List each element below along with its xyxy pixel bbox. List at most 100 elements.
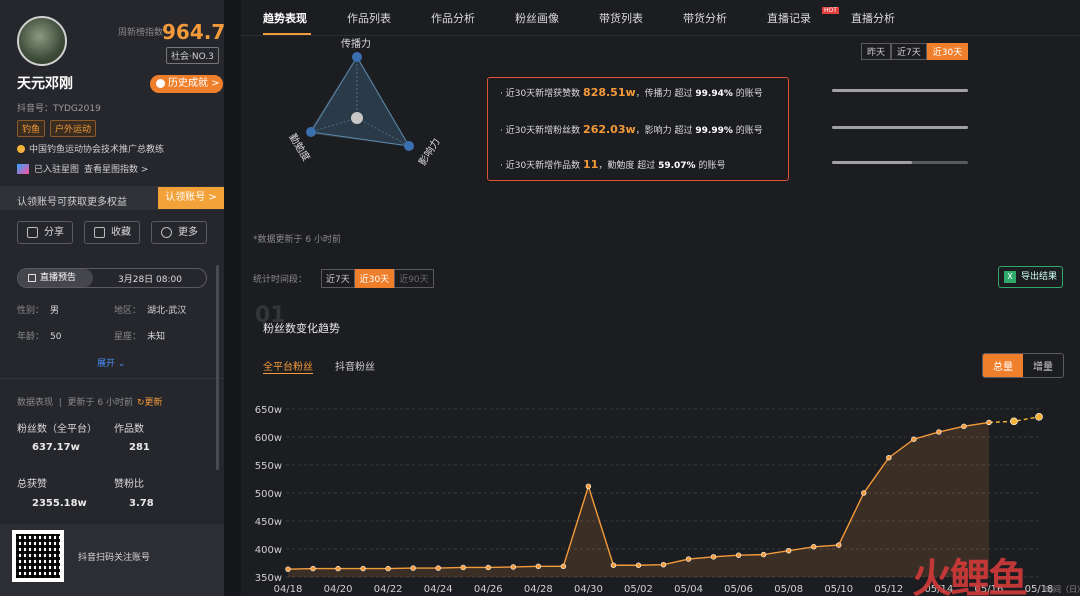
certification-text: 中国钓鱼运动协会技术推广总教练 [29, 145, 165, 155]
live-preview-tag: 直播预告 [18, 269, 93, 287]
more-label: 更多 [178, 227, 198, 238]
data-point [535, 563, 542, 570]
more-button[interactable]: 更多 [151, 221, 207, 244]
x-tick-label: 05/06 [724, 584, 753, 595]
age-info: 年龄： 50 [17, 329, 61, 342]
tab-works-list[interactable]: 作品列表 [347, 10, 391, 26]
update-note: *数据更新于 6 小时前 [253, 235, 341, 245]
data-point [560, 563, 567, 570]
tab-live-records[interactable]: 直播记录 [767, 10, 811, 26]
data-point [760, 551, 767, 558]
fans-value: 637.17w [32, 442, 80, 453]
radar-chart [306, 52, 414, 151]
excel-icon: X [1004, 271, 1016, 283]
live-label: 直播预告 [40, 273, 77, 283]
region-key: 地区： [114, 306, 142, 316]
works-label: 作品数 [114, 424, 144, 435]
tab-trend[interactable]: 趋势表现 [263, 10, 307, 26]
radar-point [352, 52, 362, 62]
period-30d[interactable]: 近30天 [354, 269, 395, 288]
star-index-link[interactable]: 查看星图指数 > [84, 162, 148, 175]
tab-bar: 趋势表现 作品列表 作品分析 粉丝画像 带货列表 带货分析 直播记录 直播分析 … [241, 0, 1080, 36]
expand-link[interactable]: 展开 ⌄ [97, 356, 125, 369]
range-30d[interactable]: 近30天 [926, 43, 969, 60]
tab-douyin-fans[interactable]: 抖音粉丝 [335, 358, 375, 373]
avatar[interactable] [17, 16, 67, 66]
history-achievement-button[interactable]: 历史成就 > [150, 75, 223, 93]
toggle-total[interactable]: 总量 [983, 354, 1023, 377]
data-point [836, 542, 842, 548]
main-panel: 趋势表现 作品列表 作品分析 粉丝画像 带货列表 带货分析 直播记录 直播分析 … [241, 0, 1080, 596]
range-7d[interactable]: 近7天 [891, 43, 927, 60]
share-button[interactable]: 分享 [17, 221, 73, 244]
data-point [886, 455, 892, 461]
range-yesterday[interactable]: 昨天 [861, 43, 892, 60]
y-tick-label: 650w [255, 405, 282, 416]
region-info: 地区： 湖北-武汉 [114, 303, 186, 316]
x-tick-label: 04/22 [374, 584, 403, 595]
total-increment-toggle: 总量 增量 [982, 353, 1064, 378]
period-90d[interactable]: 近90天 [394, 269, 434, 288]
favorite-button[interactable]: 收藏 [84, 221, 140, 244]
radar-center-avatar [351, 112, 363, 124]
claim-account-button[interactable]: 认领账号 > [158, 187, 224, 209]
x-tick-label: 05/04 [674, 584, 703, 595]
data-point [660, 561, 667, 568]
range-selector: 昨天 近7天 近30天 [861, 43, 969, 60]
score-label: 周新榜指数 [118, 28, 164, 38]
progress-fill [832, 89, 968, 92]
y-tick-label: 350w [255, 573, 282, 584]
refresh-button[interactable]: ↻更新 [137, 398, 163, 408]
x-tick-label: 04/20 [324, 584, 353, 595]
data-point [610, 562, 617, 568]
radar-label-top: 传播力 [341, 39, 371, 50]
verified-icon [17, 144, 25, 153]
x-axis-label: 时间（日） [1045, 584, 1080, 594]
data-point [460, 564, 466, 571]
age-value: 50 [50, 332, 62, 342]
export-button[interactable]: X 导出结果 [998, 266, 1063, 288]
share-label: 分享 [44, 227, 64, 238]
live-icon [28, 274, 36, 282]
qr-text: 抖音扫码关注账号 [78, 553, 151, 563]
data-point [510, 564, 516, 570]
tab-fans-profile[interactable]: 粉丝画像 [515, 10, 559, 26]
fans-label: 粉丝数（全平台） [17, 424, 97, 435]
likes-label: 总获赞 [17, 479, 47, 490]
x-tick-label: 05/12 [874, 584, 903, 595]
star-row: 已入驻星图 查看星图指数 > [17, 162, 148, 175]
live-preview[interactable]: 直播预告 3月28日 08:00 [17, 268, 207, 288]
x-tick-label: 04/24 [424, 584, 453, 595]
data-point [735, 552, 742, 558]
area-fill [288, 422, 989, 577]
x-tick-label: 04/30 [574, 584, 603, 595]
period-7d[interactable]: 近7天 [321, 269, 355, 288]
data-point [986, 419, 992, 426]
scrollbar[interactable] [216, 265, 219, 470]
tab-works-analysis[interactable]: 作品分析 [431, 10, 475, 26]
tab-goods-analysis[interactable]: 带货分析 [683, 10, 727, 26]
star-joined-text: 已入驻星图 [34, 165, 80, 175]
summary-line: · 近30天新增获赞数 828.51w，传播力 超过 99.94% 的账号 [500, 86, 763, 99]
data-point [710, 554, 717, 560]
data-point [785, 547, 792, 554]
medal-icon [156, 79, 165, 88]
progress-bar [832, 161, 968, 164]
x-tick-label: 05/10 [824, 584, 853, 595]
tab-live-analysis[interactable]: 直播分析 [851, 10, 895, 26]
toggle-increment[interactable]: 增量 [1023, 354, 1063, 377]
star-icon [94, 227, 105, 238]
data-point [1010, 417, 1018, 426]
progress-bar [832, 126, 968, 129]
export-label: 导出结果 [1021, 272, 1058, 282]
data-point [485, 564, 491, 571]
tab-goods-list[interactable]: 带货列表 [599, 10, 643, 26]
zodiac-info: 星座： 未知 [114, 329, 165, 342]
tag-list: 钓鱼 户外运动 [17, 120, 97, 137]
tag-item: 钓鱼 [17, 120, 46, 137]
summary-line: · 近30天新增粉丝数 262.03w，影响力 超过 99.99% 的账号 [500, 123, 763, 136]
live-date: 3月28日 08:00 [118, 275, 182, 285]
tab-all-platform-fans[interactable]: 全平台粉丝 [263, 358, 313, 374]
data-point [585, 483, 592, 489]
x-tick-label: 05/02 [624, 584, 653, 595]
